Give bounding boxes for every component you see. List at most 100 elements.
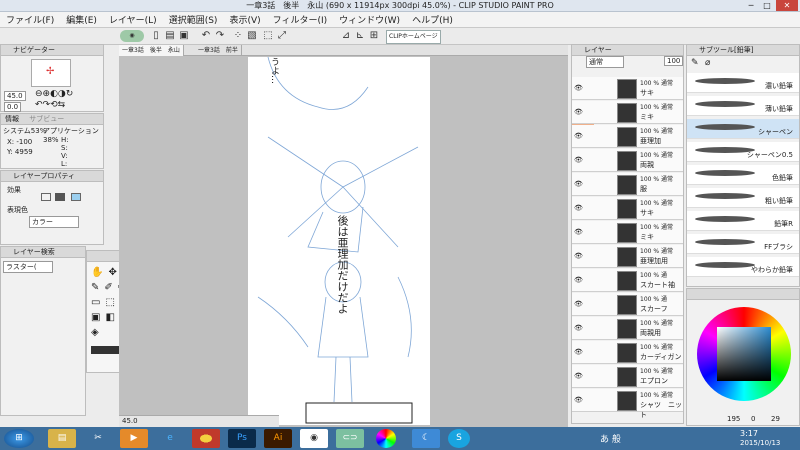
eye-icon[interactable]: 👁 xyxy=(574,252,583,260)
layer-row[interactable]: 👁 100 % 通常 カーディガン xyxy=(572,341,683,364)
blend-mode-select[interactable]: 通常 xyxy=(586,56,624,68)
transform-icon[interactable]: ⤢ xyxy=(276,30,288,42)
color-app-icon[interactable] xyxy=(376,429,396,448)
layer-row[interactable]: 👁 100 % 通常 サキ xyxy=(572,197,683,220)
layer-row[interactable]: 👁 100 % 通常 ミキ xyxy=(572,221,683,244)
layer-color-icon[interactable] xyxy=(71,193,81,201)
chrome-icon[interactable] xyxy=(192,429,220,448)
photoshop-icon[interactable]: Ps xyxy=(228,429,256,448)
eye-icon[interactable]: 👁 xyxy=(574,132,583,140)
fill-tool-icon[interactable]: ▣ xyxy=(91,312,105,323)
minimize-button[interactable]: ─ xyxy=(744,0,758,11)
eye-icon[interactable]: 👁 xyxy=(574,348,583,356)
gradient-tool-icon[interactable]: ◧ xyxy=(105,312,119,323)
new-icon[interactable]: ▯ xyxy=(150,30,162,42)
canvas-paper[interactable]: うよ… 後は亜理加だけだよ xyxy=(248,56,430,425)
eye-icon[interactable]: 👁 xyxy=(574,300,583,308)
tab-info[interactable]: 情報 xyxy=(5,115,19,123)
layer-row[interactable]: 👁 100 % 通常 エプロン xyxy=(572,365,683,388)
clip-logo-icon[interactable]: ◉ xyxy=(120,30,144,42)
tab-subview[interactable]: サブビュー xyxy=(29,115,64,123)
clip-studio-icon[interactable]: ◉ xyxy=(300,429,328,448)
color-wheel[interactable] xyxy=(697,307,791,401)
subtool-item[interactable]: やわらか鉛筆 xyxy=(687,257,799,277)
layer-row[interactable]: 👁 100 % 通常服 xyxy=(572,173,683,196)
doc-tab-active[interactable]: 一章3話 後半 永山 xyxy=(119,45,184,56)
subtool-item[interactable]: FFブラシ xyxy=(687,234,799,254)
menu-filter[interactable]: フィルター(I) xyxy=(267,13,334,26)
maximize-button[interactable]: □ xyxy=(760,0,774,11)
clock-time[interactable]: 3:17 xyxy=(740,429,758,438)
deselect-icon[interactable]: ⬚ xyxy=(262,30,274,42)
menu-window[interactable]: ウィンドウ(W) xyxy=(333,13,406,26)
effect-border-icon[interactable] xyxy=(41,193,51,201)
navigator-angle-field[interactable]: 0.0 xyxy=(4,102,22,112)
doc-tab[interactable]: 一章3話 前半 xyxy=(195,45,242,56)
subtool-item[interactable]: 粗い鉛筆 xyxy=(687,188,799,208)
menu-layer[interactable]: レイヤー(L) xyxy=(103,13,163,26)
grid-snap-icon[interactable]: ⊞ xyxy=(368,30,380,42)
layer-row[interactable]: 👁 100 % 通常 ミキ xyxy=(572,101,683,124)
hand-tool-icon[interactable]: ✋ xyxy=(91,267,108,278)
expression-color-select[interactable]: カラー xyxy=(29,216,79,228)
open-icon[interactable]: ▤ xyxy=(164,30,176,42)
eraser-tool-icon[interactable]: ▭ xyxy=(91,297,105,308)
layer-row[interactable]: 👁 100 % 通常 亜理加用 xyxy=(572,245,683,268)
navigator-preview[interactable]: ✢ xyxy=(31,59,71,87)
blend-tool-icon[interactable]: ◈ xyxy=(91,327,104,338)
pen-tool-icon[interactable]: ✎ xyxy=(91,282,104,293)
tools-icon[interactable]: ✂ xyxy=(84,429,112,448)
menu-file[interactable]: ファイル(F) xyxy=(0,13,60,26)
undo-icon[interactable]: ↶ xyxy=(200,30,212,42)
media-player-icon[interactable]: ▶ xyxy=(120,429,148,448)
eye-icon[interactable]: 👁 xyxy=(574,324,583,332)
subtool-item[interactable]: 鉛筆R xyxy=(687,211,799,231)
layer-search-type-select[interactable]: ラスター( xyxy=(3,261,53,273)
eye-icon[interactable]: 👁 xyxy=(574,180,583,188)
clip-home-button[interactable]: CLIPホームページ xyxy=(386,30,441,44)
ie-icon[interactable]: e xyxy=(156,429,184,448)
menu-edit[interactable]: 編集(E) xyxy=(60,13,103,26)
close-button[interactable]: ✕ xyxy=(776,0,798,11)
ime-indicator[interactable]: あ 般 xyxy=(600,432,621,445)
fill-icon[interactable]: ▧ xyxy=(246,30,258,42)
ruler-icon[interactable]: ⊿ xyxy=(340,30,352,42)
opacity-field[interactable]: 100 xyxy=(664,56,684,66)
effect-tone-icon[interactable] xyxy=(55,193,65,201)
subtool-item[interactable]: 色鉛筆 xyxy=(687,165,799,185)
layer-row[interactable]: 👁 100 % 通常 両親 xyxy=(572,149,683,172)
eye-icon[interactable]: 👁 xyxy=(574,228,583,236)
redo-icon[interactable]: ↷ xyxy=(214,30,226,42)
start-button-icon[interactable]: ⊞ xyxy=(4,429,34,448)
pastel-subtool-icon[interactable]: ⌀ xyxy=(705,58,710,68)
subtool-item[interactable]: 薄い鉛筆 xyxy=(687,96,799,116)
eye-icon[interactable]: 👁 xyxy=(574,372,583,380)
eye-icon[interactable]: 👁 xyxy=(574,396,583,404)
menu-help[interactable]: ヘルプ(H) xyxy=(406,13,459,26)
navigator-zoom-field[interactable]: 45.0 xyxy=(4,91,26,101)
eye-icon[interactable]: 👁 xyxy=(574,204,583,212)
menu-view[interactable]: 表示(V) xyxy=(223,13,266,26)
menu-selection[interactable]: 選択範囲(S) xyxy=(163,13,224,26)
skype-icon[interactable]: S xyxy=(448,429,470,448)
subtool-item[interactable]: 濃い鉛筆 xyxy=(687,73,799,93)
subtool-item[interactable]: シャーペン xyxy=(687,119,799,139)
eye-icon[interactable]: 👁 xyxy=(574,108,583,116)
color-square[interactable] xyxy=(717,327,771,381)
clip-paint-icon[interactable]: ⊂⊃ xyxy=(336,429,364,448)
pencil-subtool-icon[interactable]: ✎ xyxy=(691,58,699,68)
save-icon[interactable]: ▣ xyxy=(178,30,190,42)
canvas-zoom-value[interactable]: 45.0 xyxy=(122,417,138,425)
layer-row[interactable]: 👁 100 % 通常 シャツ ニット xyxy=(572,389,683,419)
snap-icon[interactable]: ⊾ xyxy=(354,30,366,42)
layer-row[interactable]: 👁 100 % 通スカート袖 xyxy=(572,269,683,292)
explorer-icon[interactable]: ▤ xyxy=(48,429,76,448)
eye-icon[interactable]: 👁 xyxy=(574,84,583,92)
clear-icon[interactable]: ⁘ xyxy=(232,30,244,42)
layer-row[interactable]: 👁 100 % 通常 亜理加 xyxy=(572,125,683,148)
moon-app-icon[interactable]: ☾ xyxy=(412,429,440,448)
layer-row[interactable]: 👁 100 % 通常 サキ xyxy=(572,77,683,100)
main-color-swatch[interactable] xyxy=(91,346,121,354)
zoom-controls-icon[interactable]: ⊖⊕◐◑↻ xyxy=(35,89,73,99)
layer-row[interactable]: 👁 100 % 通常 両親用 xyxy=(572,317,683,340)
